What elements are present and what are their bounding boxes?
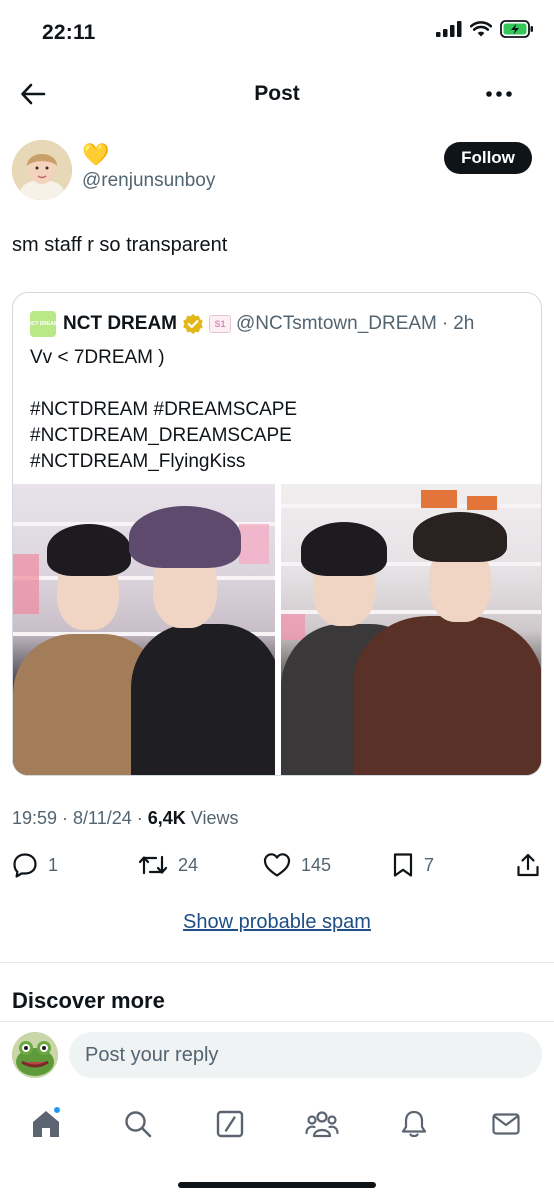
notifications-icon	[401, 1110, 427, 1138]
section-divider	[0, 962, 554, 963]
show-probable-spam-link[interactable]: Show probable spam	[0, 911, 554, 934]
author-avatar[interactable]	[12, 140, 72, 200]
grok-icon	[216, 1110, 244, 1138]
heart-icon	[263, 853, 291, 877]
quoted-time: 2h	[453, 313, 475, 334]
bookmark-count: 7	[424, 854, 435, 875]
home-indicator	[178, 1182, 376, 1188]
verified-gold-badge-icon	[183, 314, 203, 334]
media-photo[interactable]	[281, 484, 541, 775]
post-text: sm staff r so transparent	[12, 234, 228, 256]
author-name[interactable]: 💛	[82, 143, 109, 167]
battery-charging-icon	[500, 20, 533, 38]
nav-header: Post	[0, 66, 554, 122]
share-button[interactable]	[516, 848, 540, 882]
bookmark-button[interactable]: 7	[392, 848, 434, 882]
tab-search[interactable]	[116, 1104, 160, 1144]
search-icon	[125, 1111, 152, 1138]
cellular-signal-icon	[436, 21, 462, 37]
quoted-post-media	[13, 484, 541, 775]
page-title: Post	[254, 82, 300, 105]
repost-icon	[138, 855, 168, 875]
tab-notifications[interactable]	[392, 1104, 436, 1144]
status-icons	[436, 20, 534, 38]
like-count: 145	[301, 854, 332, 875]
quoted-separator: ·	[441, 313, 449, 334]
media-photo[interactable]	[13, 484, 275, 775]
quoted-author-avatar[interactable]: NCT DREAM	[28, 311, 58, 337]
communities-icon	[305, 1111, 339, 1138]
like-button[interactable]: 145	[263, 848, 331, 882]
quoted-text-line: Vv < 7DREAM )	[30, 347, 165, 368]
repost-button[interactable]: 24	[138, 848, 198, 882]
discover-more-heading: Discover more	[12, 988, 165, 1013]
quoted-text-line: #NCTDREAM_DREAMSCAPE	[30, 425, 292, 446]
status-bar: 22:11	[0, 0, 554, 62]
tab-communities[interactable]	[300, 1104, 344, 1144]
quoted-post[interactable]: NCT DREAM NCT DREAM S1 @NCTsmtown_DREAM …	[12, 292, 542, 776]
reply-button[interactable]: 1	[12, 848, 58, 882]
more-horizontal-icon	[486, 91, 512, 97]
quoted-author-handle: @NCTsmtown_DREAM	[236, 313, 437, 334]
wifi-icon	[470, 21, 492, 37]
quoted-text-line: #NCTDREAM_FlyingKiss	[30, 451, 246, 472]
author-handle[interactable]: @renjunsunboy	[82, 170, 215, 192]
quoted-post-text: Vv < 7DREAM ) #NCTDREAM #DREAMSCAPE #NCT…	[30, 345, 297, 475]
status-time: 22:11	[42, 21, 96, 44]
reply-input[interactable]	[69, 1032, 542, 1078]
more-options-button[interactable]	[484, 82, 514, 106]
views-label: Views	[185, 808, 239, 828]
messages-icon	[492, 1113, 520, 1135]
post-actions: 1 24 145 7	[12, 848, 542, 882]
user-avatar-image	[12, 1032, 58, 1078]
affiliate-badge[interactable]: S1	[209, 315, 231, 333]
bottom-tab-bar	[0, 1090, 554, 1160]
follow-button[interactable]: Follow	[444, 142, 532, 174]
tab-messages[interactable]	[484, 1104, 528, 1144]
repost-count: 24	[178, 854, 199, 875]
tab-home[interactable]	[24, 1104, 68, 1144]
post-author: 💛 @renjunsunboy Follow	[12, 140, 532, 200]
reply-count: 1	[48, 854, 59, 875]
views-count: 6,4K	[147, 808, 186, 828]
quoted-author-name[interactable]: NCT DREAM	[63, 313, 177, 335]
user-avatar[interactable]	[12, 1032, 58, 1078]
reply-composer	[0, 1022, 554, 1086]
post-meta: 19:59 · 8/11/24 · 6,4K Views	[12, 808, 239, 829]
share-icon	[517, 853, 539, 877]
home-notification-dot	[53, 1106, 61, 1114]
post-timestamp: 19:59 · 8/11/24 ·	[12, 808, 148, 828]
author-avatar-image	[12, 140, 72, 200]
quoted-post-header: NCT DREAM NCT DREAM S1 @NCTsmtown_DREAM …	[28, 311, 531, 337]
quoted-text-line: #NCTDREAM #DREAMSCAPE	[30, 399, 298, 420]
reply-icon	[13, 853, 37, 878]
quoted-text-line	[30, 371, 297, 397]
bookmark-icon	[393, 853, 413, 877]
tab-grok[interactable]	[208, 1104, 252, 1144]
